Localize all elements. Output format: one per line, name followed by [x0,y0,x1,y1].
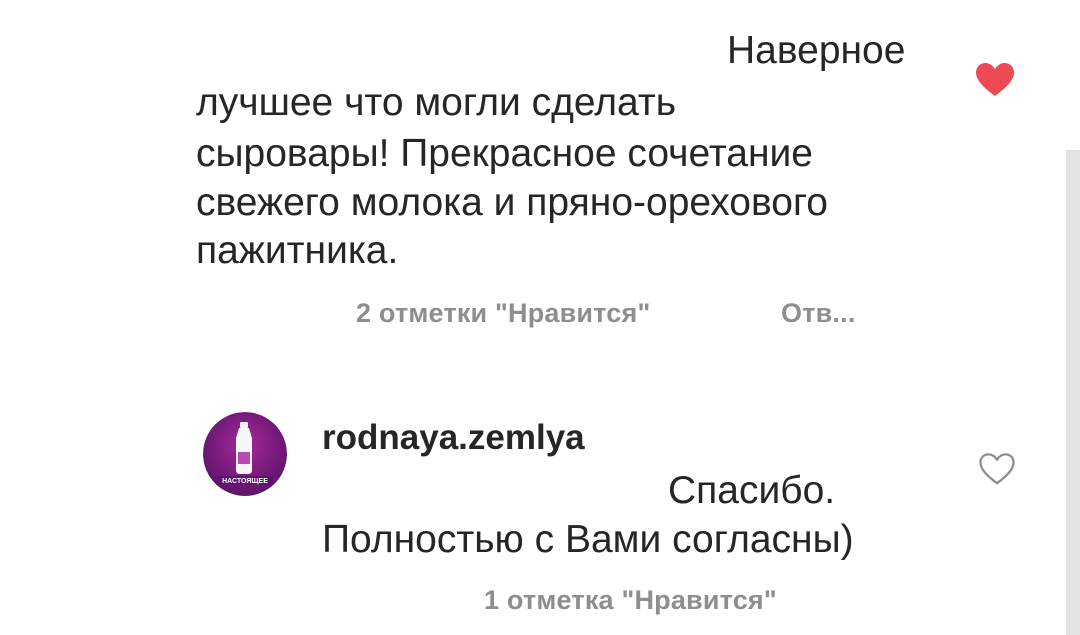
svg-text:НАСТОЯЩЕЕ: НАСТОЯЩЕЕ [222,478,268,485]
comment-text-line: свежего молока и пряно-орехового [196,181,828,224]
likes-count-link[interactable]: 2 отметки "Нравится" [356,298,650,329]
heart-outline-icon[interactable] [978,452,1016,486]
comment-text-line: Наверное [727,29,906,72]
avatar[interactable]: НАСТОЯЩЕЕ [203,412,287,496]
scrollbar[interactable] [1066,150,1080,635]
avatar-image: НАСТОЯЩЕЕ [203,412,287,496]
username-link[interactable]: rodnaya.zemlya [322,418,585,458]
comment-text-line: лучшее что могли сделать [196,81,677,124]
heart-filled-icon[interactable] [975,62,1015,98]
reply-comment-item: НАСТОЯЩЕЕ rodnaya.zemlya Спасибо. Полнос… [0,360,1080,635]
comment-text-line: сыровары! Прекрасное сочетание [196,132,813,175]
likes-count-link[interactable]: 1 отметка "Нравится" [484,585,777,616]
comment-text-line: пажитника. [196,229,399,272]
reply-text-line: Полностью с Вами согласны) [322,518,854,561]
reply-text-line: Спасибо. [668,469,836,512]
comment-item: Наверное лучшее что могли сделать сырова… [0,0,1080,360]
reply-button[interactable]: Отв... [781,298,856,329]
